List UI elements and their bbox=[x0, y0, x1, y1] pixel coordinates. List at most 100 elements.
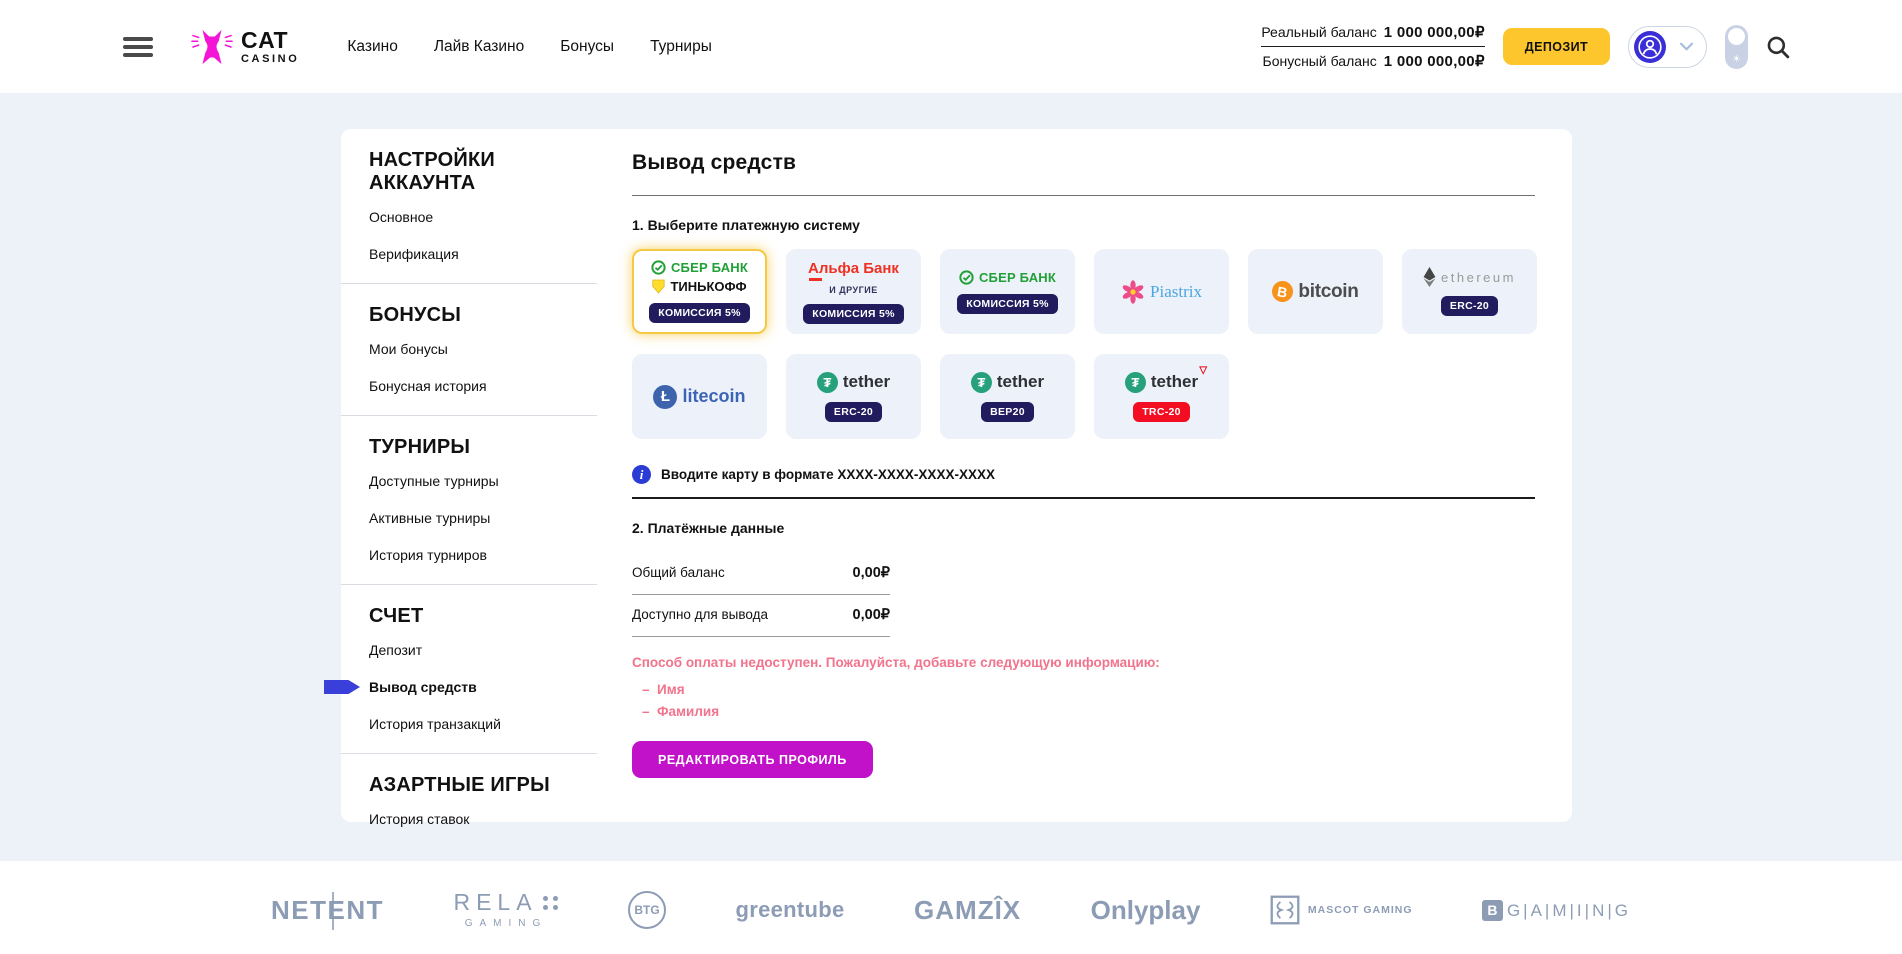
logo-text-cat: CAT bbox=[241, 29, 299, 52]
sidebar-section-tournaments: ТУРНИРЫ bbox=[369, 436, 564, 459]
sidebar-item-deposit[interactable]: Депозит bbox=[369, 642, 597, 658]
provider-big-time-gaming: BTG bbox=[628, 891, 666, 929]
missing-field-surname: Фамилия bbox=[642, 704, 1537, 719]
sidebar-section-account-settings: НАСТРОЙКИ АККАУНТА bbox=[369, 149, 564, 195]
sidebar-section-bonuses: БОНУСЫ bbox=[369, 304, 564, 327]
sidebar-item-my-bonuses[interactable]: Мои бонусы bbox=[369, 341, 597, 357]
commission-badge: КОМИССИЯ 5% bbox=[649, 303, 750, 323]
network-badge: TRC-20 bbox=[1133, 402, 1190, 422]
ethereum-icon bbox=[1423, 267, 1436, 287]
withdrawal-content: Вывод средств 1. Выберите платежную сист… bbox=[632, 129, 1537, 778]
payment-method-alfa-bank[interactable]: Альфа Банк И ДРУГИЕ КОМИССИЯ 5% bbox=[786, 249, 921, 334]
tinkoff-shield-icon bbox=[652, 279, 665, 294]
payment-method-sber-tinkoff[interactable]: СБЕР БАНК ТИНЬКОФФ КОМИССИЯ 5% bbox=[632, 249, 767, 334]
sidebar-item-withdrawal[interactable]: Вывод средств bbox=[369, 679, 597, 695]
payment-method-litecoin[interactable]: Ł litecoin bbox=[632, 354, 767, 439]
provider-gamzix: GAMZÎX bbox=[914, 897, 1021, 923]
nav-item-live-casino[interactable]: Лайв Казино bbox=[434, 38, 524, 56]
sidebar-item-bet-history[interactable]: История ставок bbox=[369, 811, 597, 827]
missing-fields-list: Имя Фамилия bbox=[632, 682, 1537, 719]
step1-label: 1. Выберите платежную систему bbox=[632, 217, 1537, 233]
payment-methods-grid: СБЕР БАНК ТИНЬКОФФ КОМИССИЯ 5% Альфа Бан… bbox=[632, 249, 1537, 439]
top-header: CAT CASINO Казино Лайв Казино Бонусы Тур… bbox=[0, 0, 1902, 93]
user-icon bbox=[1637, 34, 1663, 60]
hamburger-menu-icon[interactable] bbox=[123, 33, 153, 61]
header-right-cluster: Реальный баланс 1 000 000,00₽ Бонусный б… bbox=[1261, 0, 1790, 93]
sidebar-item-bonus-history[interactable]: Бонусная история bbox=[369, 378, 597, 394]
search-button[interactable] bbox=[1766, 35, 1790, 59]
litecoin-icon: Ł bbox=[653, 385, 677, 409]
payment-method-sber[interactable]: СБЕР БАНК КОМИССИЯ 5% bbox=[940, 249, 1075, 334]
sidebar-item-tournament-history[interactable]: История турниров bbox=[369, 547, 597, 563]
network-badge: ERC-20 bbox=[825, 402, 882, 422]
network-badge: BEP20 bbox=[981, 402, 1034, 422]
payment-method-ethereum[interactable]: ethereum ERC-20 bbox=[1402, 249, 1537, 334]
sidebar-item-available-tournaments[interactable]: Доступные турниры bbox=[369, 473, 597, 489]
nav-item-tournaments[interactable]: Турниры bbox=[650, 38, 712, 56]
sidebar-item-verification[interactable]: Верификация bbox=[369, 246, 597, 262]
sidebar-divider bbox=[341, 753, 597, 754]
provider-relax-gaming: RELA GAMING bbox=[453, 891, 558, 929]
nav-item-bonuses[interactable]: Бонусы bbox=[560, 38, 614, 56]
profile-menu[interactable] bbox=[1628, 26, 1707, 68]
bonus-balance-value: 1 000 000,00₽ bbox=[1384, 52, 1485, 70]
provider-greentube: greentube bbox=[736, 899, 845, 921]
payment-method-tether-trc20[interactable]: ₮ tether▽ TRC-20 bbox=[1094, 354, 1229, 439]
sidebar-section-gambling: АЗАРТНЫЕ ИГРЫ bbox=[369, 774, 564, 797]
tether-icon: ₮ bbox=[971, 372, 992, 393]
providers-strip: NETENT RELA GAMING BTG greentube GAMZÎX … bbox=[271, 861, 1631, 929]
balance-block: Реальный баланс 1 000 000,00₽ Бонусный б… bbox=[1261, 23, 1484, 70]
payment-method-tether-bep20[interactable]: ₮ tether BEP20 bbox=[940, 354, 1075, 439]
sidebar-divider bbox=[341, 283, 597, 284]
section-divider bbox=[632, 497, 1535, 499]
main-nav: Казино Лайв Казино Бонусы Турниры bbox=[347, 38, 711, 56]
real-balance-label: Реальный баланс bbox=[1261, 24, 1376, 40]
relax-dots-icon bbox=[543, 896, 559, 910]
chevron-down-icon bbox=[1680, 42, 1693, 51]
sidebar-divider bbox=[341, 584, 597, 585]
bonus-balance-label: Бонусный баланс bbox=[1263, 53, 1377, 69]
total-balance-row: Общий баланс 0,00₽ bbox=[632, 553, 890, 595]
tether-icon: ₮ bbox=[1125, 372, 1146, 393]
title-divider bbox=[632, 195, 1535, 196]
search-icon bbox=[1766, 35, 1790, 59]
info-icon: i bbox=[632, 465, 651, 484]
piastrix-flower-icon bbox=[1121, 280, 1145, 304]
payment-balances: Общий баланс 0,00₽ Доступно для вывода 0… bbox=[632, 553, 890, 637]
account-card: НАСТРОЙКИ АККАУНТА Основное Верификация … bbox=[341, 129, 1572, 822]
commission-badge: КОМИССИЯ 5% bbox=[957, 294, 1058, 314]
sber-icon bbox=[959, 270, 974, 285]
account-sidebar: НАСТРОЙКИ АККАУНТА Основное Верификация … bbox=[341, 129, 597, 848]
network-badge: ERC-20 bbox=[1441, 296, 1498, 316]
sber-icon bbox=[651, 260, 666, 275]
providers-footer: NETENT RELA GAMING BTG greentube GAMZÎX … bbox=[0, 861, 1902, 954]
toggle-knob bbox=[1728, 28, 1745, 45]
bgaming-b-icon: B bbox=[1482, 900, 1503, 921]
provider-bgaming: B G|A|M|I|N|G bbox=[1482, 900, 1631, 921]
sidebar-item-active-tournaments[interactable]: Активные турниры bbox=[369, 510, 597, 526]
sun-icon: ☀ bbox=[1725, 54, 1748, 65]
card-format-note: i Вводите карту в формате XXXX-XXXX-XXXX… bbox=[632, 465, 1537, 484]
edit-profile-button[interactable]: РЕДАКТИРОВАТЬ ПРОФИЛЬ bbox=[632, 741, 873, 778]
tether-icon: ₮ bbox=[817, 372, 838, 393]
step2-label: 2. Платёжные данные bbox=[632, 520, 1537, 536]
provider-mascot-gaming: MASCOT GAMING bbox=[1270, 895, 1413, 925]
theme-toggle[interactable]: ☀ bbox=[1725, 25, 1748, 69]
missing-field-name: Имя bbox=[642, 682, 1537, 697]
provider-netent: NETENT bbox=[271, 897, 384, 923]
btg-emblem-icon: BTG bbox=[628, 891, 666, 929]
logo-text-casino: CASINO bbox=[241, 54, 299, 65]
available-balance-row: Доступно для вывода 0,00₽ bbox=[632, 595, 890, 637]
cat-casino-logo[interactable]: CAT CASINO bbox=[191, 27, 299, 67]
sidebar-item-transaction-history[interactable]: История транзакций bbox=[369, 716, 597, 732]
sidebar-section-account: СЧЕТ bbox=[369, 605, 564, 628]
tron-icon: ▽ bbox=[1199, 365, 1207, 376]
nav-item-casino[interactable]: Казино bbox=[347, 38, 397, 56]
sidebar-item-main[interactable]: Основное bbox=[369, 209, 597, 225]
payment-method-piastrix[interactable]: Piastrix bbox=[1094, 249, 1229, 334]
payment-method-tether-erc20[interactable]: ₮ tether ERC-20 bbox=[786, 354, 921, 439]
page-title: Вывод средств bbox=[632, 151, 1537, 175]
deposit-button[interactable]: ДЕПОЗИТ bbox=[1503, 28, 1610, 65]
real-balance-value: 1 000 000,00₽ bbox=[1384, 23, 1485, 41]
payment-method-bitcoin[interactable]: B bitcoin bbox=[1248, 249, 1383, 334]
